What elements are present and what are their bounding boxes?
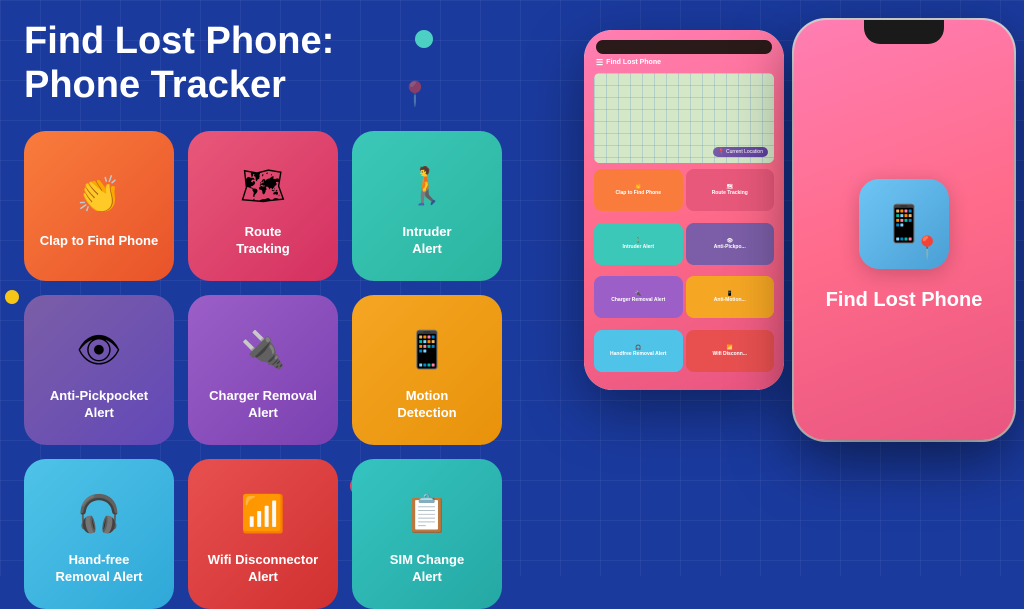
handfree-icon: 🎧 bbox=[69, 484, 129, 544]
phone-back-screen: ☰ Find Lost Phone 📍 Current Location 👏Cl… bbox=[584, 30, 784, 390]
feature-card-sim[interactable]: 📋 SIM ChangeAlert bbox=[352, 459, 502, 609]
feature-card-charger[interactable]: 🔌 Charger RemovalAlert bbox=[188, 295, 338, 445]
mini-card-wifi: 📶Wifi Disconn... bbox=[686, 330, 775, 372]
front-phone-app-name: Find Lost Phone bbox=[826, 289, 983, 312]
sim-icon: 📋 bbox=[397, 484, 457, 544]
route-icon: 🗺 bbox=[233, 156, 293, 216]
mini-current-location-btn: 📍 Current Location bbox=[713, 147, 768, 157]
feature-card-wifi[interactable]: 📶 Wifi DisconnectorAlert bbox=[188, 459, 338, 609]
wifi-label: Wifi DisconnectorAlert bbox=[208, 552, 318, 586]
mini-notch bbox=[596, 40, 772, 54]
mini-card-pickpocket: 👁Anti-Pickpo... bbox=[686, 223, 775, 265]
mini-card-clap: 👏Clap to Find Phone bbox=[594, 169, 683, 211]
feature-card-handfree[interactable]: 🎧 Hand-freeRemoval Alert bbox=[24, 459, 174, 609]
dot-yellow bbox=[5, 290, 19, 304]
charger-icon: 🔌 bbox=[233, 320, 293, 380]
motion-icon: 📱 bbox=[397, 320, 457, 380]
mini-card-handfree: 🎧Handfree Removal Alert bbox=[594, 330, 683, 372]
feature-grid: 👏 Clap to Find Phone 🗺 RouteTracking 🚶 I… bbox=[24, 131, 540, 609]
feature-card-route[interactable]: 🗺 RouteTracking bbox=[188, 131, 338, 281]
app-icon: 📱 📍 bbox=[859, 179, 949, 269]
mini-feature-grid: 👏Clap to Find Phone 🗺Route Tracking 🚶Int… bbox=[592, 167, 776, 382]
wifi-icon: 📶 bbox=[233, 484, 293, 544]
phone-front-screen: 📱 📍 Find Lost Phone bbox=[794, 20, 1014, 440]
pickpocket-label: Anti-PickpocketAlert bbox=[50, 388, 148, 422]
mini-app-bar: ☰ Find Lost Phone bbox=[592, 56, 776, 69]
phone-back: ☰ Find Lost Phone 📍 Current Location 👏Cl… bbox=[584, 30, 784, 390]
feature-card-pickpocket[interactable]: 👁 Anti-PickpocketAlert bbox=[24, 295, 174, 445]
clap-label: Clap to Find Phone bbox=[40, 233, 158, 250]
charger-label: Charger RemovalAlert bbox=[209, 388, 317, 422]
mini-card-route: 🗺Route Tracking bbox=[686, 169, 775, 211]
motion-label: MotionDetection bbox=[397, 388, 456, 422]
pickpocket-icon: 👁 bbox=[69, 320, 129, 380]
left-panel: Find Lost Phone: Phone Tracker 👏 Clap to… bbox=[20, 20, 540, 609]
clap-icon: 👏 bbox=[69, 165, 129, 225]
phone-notch bbox=[864, 20, 944, 44]
intruder-label: IntruderAlert bbox=[402, 224, 451, 258]
phone-front: 📱 📍 Find Lost Phone bbox=[794, 20, 1014, 440]
mini-card-motion-mini: 📱Anti-Motion... bbox=[686, 276, 775, 318]
feature-card-intruder[interactable]: 🚶 IntruderAlert bbox=[352, 131, 502, 281]
phones-panel: ☰ Find Lost Phone 📍 Current Location 👏Cl… bbox=[564, 0, 1024, 576]
pin-icon: 📍 bbox=[914, 235, 941, 261]
feature-card-clap[interactable]: 👏 Clap to Find Phone bbox=[24, 131, 174, 281]
intruder-icon: 🚶 bbox=[397, 156, 457, 216]
mini-map: 📍 Current Location bbox=[594, 73, 774, 163]
route-label: RouteTracking bbox=[236, 224, 289, 258]
sim-label: SIM ChangeAlert bbox=[390, 552, 464, 586]
feature-card-motion[interactable]: 📱 MotionDetection bbox=[352, 295, 502, 445]
mini-card-charger: 🔌Charger Removal Alert bbox=[594, 276, 683, 318]
handfree-label: Hand-freeRemoval Alert bbox=[56, 552, 143, 586]
app-title: Find Lost Phone: Phone Tracker bbox=[24, 20, 540, 107]
mini-card-intruder: 🚶Intruder Alert bbox=[594, 223, 683, 265]
